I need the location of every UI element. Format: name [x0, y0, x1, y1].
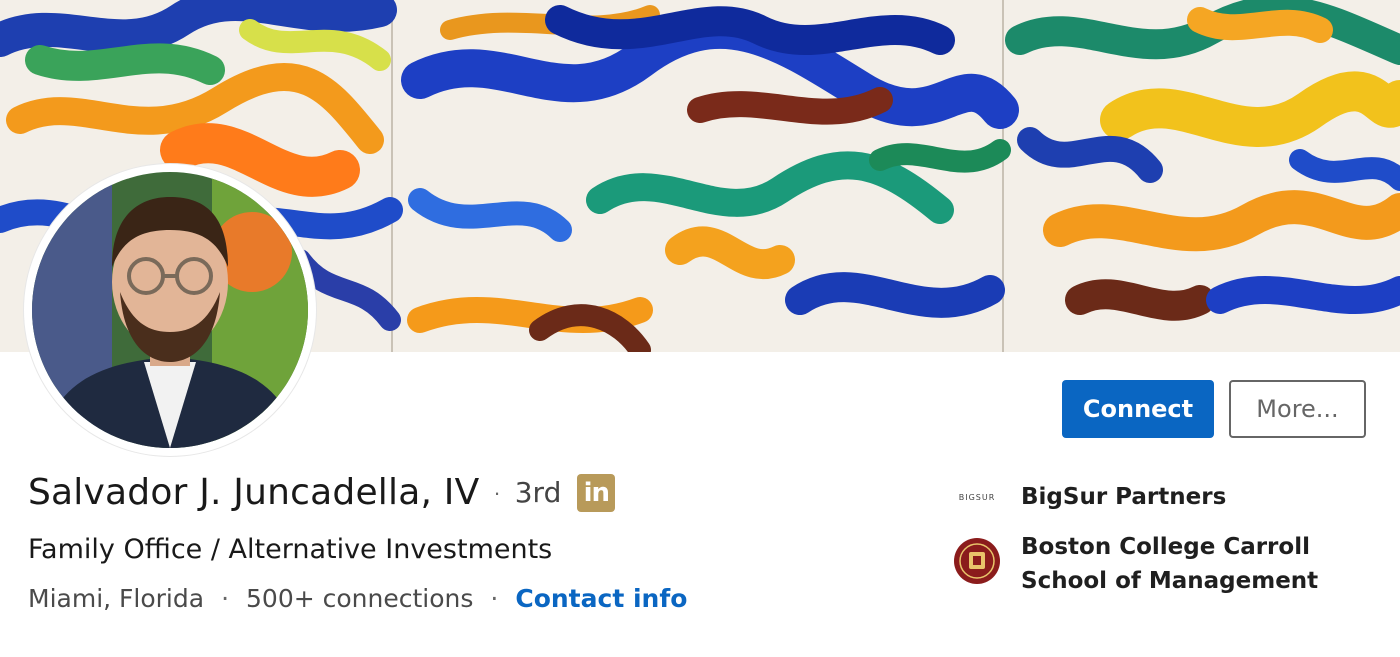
profile-name: Salvador J. Juncadella, IV [28, 472, 480, 513]
education-label: Boston College Carroll School of Managem… [1021, 534, 1319, 594]
separator-dot: · [493, 479, 501, 505]
linkedin-premium-icon: in [577, 473, 616, 512]
profile-connections[interactable]: 500+ connections [246, 584, 473, 613]
profile-headline: Family Office / Alternative Investments [28, 534, 553, 565]
more-button[interactable]: More... [1229, 380, 1366, 438]
boston-college-seal-icon [954, 538, 1000, 584]
profile-photo[interactable] [32, 172, 308, 448]
profile-photo-frame[interactable] [24, 164, 316, 456]
education-item[interactable]: Boston College Carroll School of Managem… [954, 530, 1374, 598]
separator-dot: · [490, 584, 499, 613]
current-company-label: BigSur Partners [1021, 484, 1227, 510]
profile-name-row: Salvador J. Juncadella, IV · 3rd in [28, 472, 616, 513]
bigsur-logo-icon: BIGSUR [954, 480, 1000, 514]
current-company-item[interactable]: BIGSUR BigSur Partners [954, 480, 1374, 514]
profile-meta: Miami, Florida · 500+ connections · Cont… [28, 584, 687, 613]
connect-button[interactable]: Connect [1062, 380, 1214, 438]
separator-dot: · [221, 584, 230, 613]
bigsur-logo-text: BIGSUR [958, 492, 996, 502]
profile-actions: Connect More... [1062, 380, 1366, 438]
profile-highlights: BIGSUR BigSur Partners Boston College Ca… [954, 480, 1374, 614]
connection-degree: 3rd [514, 476, 562, 509]
profile-location: Miami, Florida [28, 584, 205, 613]
contact-info-link[interactable]: Contact info [515, 584, 687, 613]
